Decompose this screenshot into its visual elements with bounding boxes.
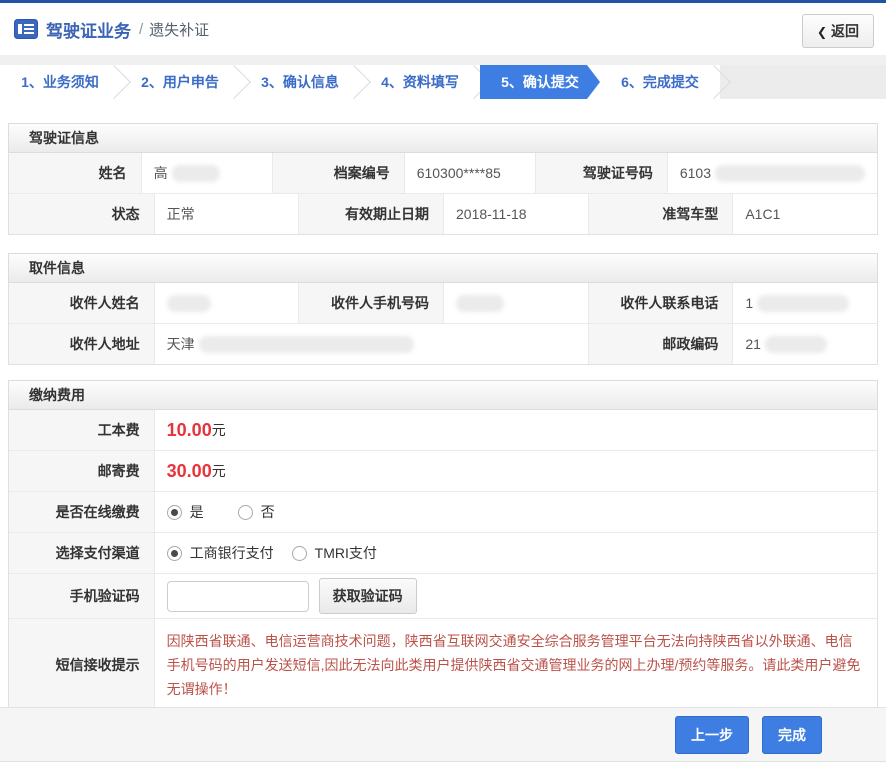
radio-selected-icon: [167, 505, 182, 520]
table-row: 收件人地址 天津 邮政编码 21: [9, 323, 877, 364]
table-row: 手机验证码 获取验证码: [9, 573, 877, 618]
step-tab-5-active: 5、确认提交: [480, 65, 600, 99]
sms-code-label: 手机验证码: [9, 574, 154, 618]
postal-code-value: 21: [732, 324, 877, 364]
license-list-icon: [14, 19, 38, 39]
postage-fee-label: 邮寄费: [9, 451, 154, 491]
status-value: 正常: [154, 194, 299, 234]
table-row: 状态 正常 有效期止日期 2018-11-18 准驾车型 A1C1: [9, 193, 877, 234]
pickup-info-section-title: 取件信息: [8, 253, 878, 283]
table-row: 是否在线缴费 是 否: [9, 491, 877, 532]
breadcrumb-separator: /: [139, 21, 143, 38]
radio-channel-tmri[interactable]: TMRI支付: [292, 543, 377, 563]
step-tab-4: 4、资料填写: [360, 65, 480, 99]
back-button-label: 返回: [831, 23, 859, 39]
vehicle-class-label: 准驾车型: [588, 194, 733, 234]
radio-pay-online-yes[interactable]: 是: [167, 502, 204, 522]
postal-code-label: 邮政编码: [588, 324, 733, 364]
redacted-postal-code: [765, 336, 827, 353]
sms-code-field-row: 获取验证码: [154, 574, 877, 618]
table-row: 姓名 高 档案编号 610300****85 驾驶证号码 6103: [9, 153, 877, 193]
get-sms-code-button[interactable]: 获取验证码: [319, 578, 417, 614]
recipient-phone-value: 1: [732, 283, 877, 323]
license-info-table: 姓名 高 档案编号 610300****85 驾驶证号码 6103 状态 正常 …: [8, 153, 878, 235]
radio-unselected-icon: [292, 546, 307, 561]
recipient-phone-label: 收件人联系电话: [588, 283, 733, 323]
table-row: 工本费 10.00元: [9, 410, 877, 450]
pickup-info-section: 取件信息 收件人姓名 收件人手机号码 收件人联系电话 1 收件人地址 天津 邮政…: [8, 253, 878, 365]
redacted-recipient-phone: [757, 295, 849, 312]
breadcrumb-current: 遗失补证: [149, 19, 209, 40]
fee-unit: 元: [212, 461, 226, 481]
expiry-label: 有效期止日期: [298, 194, 443, 234]
redacted-recipient-name: [167, 295, 211, 312]
back-button[interactable]: ❮ 返回: [802, 14, 874, 48]
step-tabs: 1、业务须知 2、用户申告 3、确认信息 4、资料填写 5、确认提交 6、完成提…: [0, 65, 886, 99]
redacted-recipient-address: [199, 336, 414, 353]
table-row: 收件人姓名 收件人手机号码 收件人联系电话 1: [9, 283, 877, 323]
table-row: 邮寄费 30.00元: [9, 450, 877, 491]
step-tab-3: 3、确认信息: [240, 65, 360, 99]
redacted-name: [172, 165, 220, 182]
table-row: 选择支付渠道 工商银行支付 TMRI支付: [9, 532, 877, 573]
license-no-label: 驾驶证号码: [535, 153, 667, 193]
step-tab-2: 2、用户申告: [120, 65, 240, 99]
fee-unit: 元: [212, 420, 226, 440]
table-row: 短信接收提示 因陕西省联通、电信运营商技术问题，陕西省互联网交通安全综合服务管理…: [9, 618, 877, 711]
back-chevron-icon: ❮: [817, 25, 827, 39]
page-title: 驾驶证业务: [46, 17, 131, 42]
expiry-value: 2018-11-18: [443, 194, 588, 234]
recipient-name-value: [154, 283, 299, 323]
radio-channel-icbc[interactable]: 工商银行支付: [167, 543, 274, 563]
fee-amount: 10.00: [167, 420, 212, 441]
footer-action-bar: 上一步 完成: [0, 707, 886, 762]
online-payment-label: 是否在线缴费: [9, 492, 154, 532]
radio-selected-icon: [167, 546, 182, 561]
finish-button[interactable]: 完成: [762, 716, 822, 754]
pickup-info-table: 收件人姓名 收件人手机号码 收件人联系电话 1 收件人地址 天津 邮政编码 21: [8, 283, 878, 365]
file-no-label: 档案编号: [272, 153, 404, 193]
license-no-value: 6103: [667, 153, 877, 193]
license-info-section: 驾驶证信息 姓名 高 档案编号 610300****85 驾驶证号码 6103 …: [8, 123, 878, 235]
step-tab-1: 1、业务须知: [0, 65, 120, 99]
radio-unselected-icon: [238, 505, 253, 520]
file-no-value: 610300****85: [404, 153, 536, 193]
sms-code-input[interactable]: [167, 581, 309, 612]
recipient-address-value: 天津: [154, 324, 588, 364]
production-fee-label: 工本费: [9, 410, 154, 450]
payment-channel-options: 工商银行支付 TMRI支付: [154, 533, 877, 573]
payment-table: 工本费 10.00元 邮寄费 30.00元 是否在线缴费 是 否 选择支付渠道 …: [8, 410, 878, 712]
payment-section-title: 缴纳费用: [8, 380, 878, 410]
license-info-section-title: 驾驶证信息: [8, 123, 878, 153]
previous-step-button[interactable]: 上一步: [675, 716, 749, 754]
sms-notice-text: 因陕西省联通、电信运营商技术问题，陕西省互联网交通安全综合服务管理平台无法向持陕…: [154, 619, 877, 711]
status-label: 状态: [9, 194, 154, 234]
online-payment-options: 是 否: [154, 492, 877, 532]
payment-section: 缴纳费用 工本费 10.00元 邮寄费 30.00元 是否在线缴费 是 否 选择…: [8, 380, 878, 712]
radio-pay-online-no[interactable]: 否: [238, 502, 275, 522]
payment-channel-label: 选择支付渠道: [9, 533, 154, 573]
postage-fee-value: 30.00元: [154, 451, 877, 491]
name-label: 姓名: [9, 153, 141, 193]
production-fee-value: 10.00元: [154, 410, 877, 450]
recipient-address-label: 收件人地址: [9, 324, 154, 364]
redacted-recipient-mobile: [456, 295, 504, 312]
step-tab-6: 6、完成提交: [600, 65, 720, 99]
app-header: 驾驶证业务 / 遗失补证 ❮ 返回: [0, 3, 886, 55]
fee-amount: 30.00: [167, 461, 212, 482]
recipient-mobile-value: [443, 283, 588, 323]
tabs-filler: [720, 65, 886, 99]
recipient-name-label: 收件人姓名: [9, 283, 154, 323]
sms-notice-label: 短信接收提示: [9, 619, 154, 711]
redacted-license-no: [715, 165, 865, 182]
name-value: 高: [141, 153, 273, 193]
header-divider-band: [0, 55, 886, 65]
recipient-mobile-label: 收件人手机号码: [298, 283, 443, 323]
vehicle-class-value: A1C1: [732, 194, 877, 234]
